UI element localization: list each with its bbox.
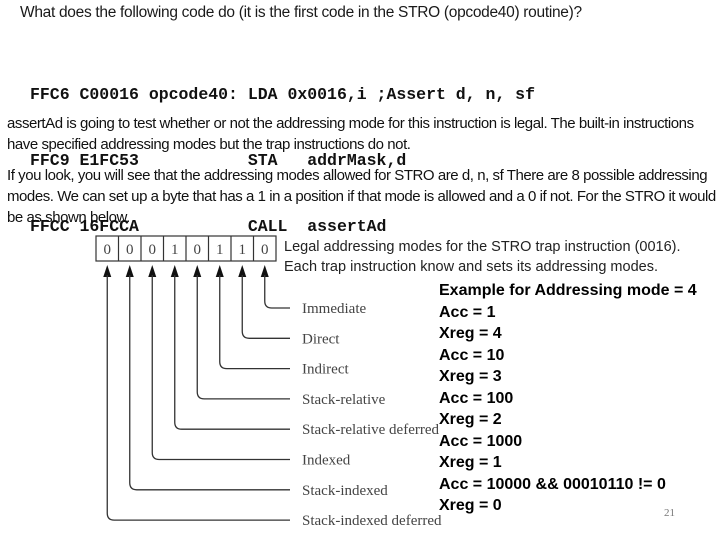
mode-label: Stack-relative deferred — [302, 422, 439, 438]
mode-label: Immediate — [302, 301, 366, 317]
mode-label: Direct — [302, 331, 340, 347]
example-block: Example for Addressing mode = 4 Acc = 1 … — [439, 280, 697, 517]
mode-label: Stack-indexed — [302, 483, 388, 499]
example-line: Xreg = 4 — [439, 325, 502, 342]
bit-value: 1 — [239, 242, 247, 258]
mode-label: Stack-indexed deferred — [302, 513, 442, 529]
example-line: Acc = 100 — [439, 389, 514, 407]
example-line: Acc = 1000 — [439, 432, 523, 450]
example-line: Acc = 10 — [439, 346, 505, 364]
connector-line — [174, 275, 290, 430]
bit-value: 0 — [126, 242, 134, 258]
example-line: Xreg = 1 — [439, 454, 502, 471]
bit-value: 0 — [104, 242, 112, 258]
mode-label: Indirect — [302, 362, 349, 378]
bit-value: 0 — [261, 242, 269, 258]
example-line: Xreg = 2 — [439, 411, 502, 428]
bit-value: 1 — [171, 242, 179, 258]
page-number: 21 — [664, 507, 675, 519]
connector-line — [264, 275, 290, 309]
mode-label: Indexed — [302, 453, 351, 469]
example-line: Xreg = 3 — [439, 368, 502, 385]
legal-modes-note: Legal addressing modes for the STRO trap… — [284, 239, 681, 275]
mode-labels: Stack-indexed deferred Stack-indexed Index… — [302, 301, 442, 529]
connectors — [103, 265, 290, 521]
connector-line — [219, 275, 290, 370]
example-line: Acc = 1 — [439, 303, 496, 321]
bit-value: 1 — [216, 242, 224, 258]
mode-label: Stack-relative — [302, 392, 386, 408]
bit-value: 0 — [194, 242, 202, 258]
bit-value: 0 — [149, 242, 157, 258]
example-line: Xreg = 0 — [439, 497, 502, 514]
example-title: Example for Addressing mode = 4 — [439, 282, 697, 299]
bit-boxes: 00010110 — [95, 235, 277, 262]
example-line: Acc = 10000 && 00010110 != 0 — [439, 475, 666, 493]
